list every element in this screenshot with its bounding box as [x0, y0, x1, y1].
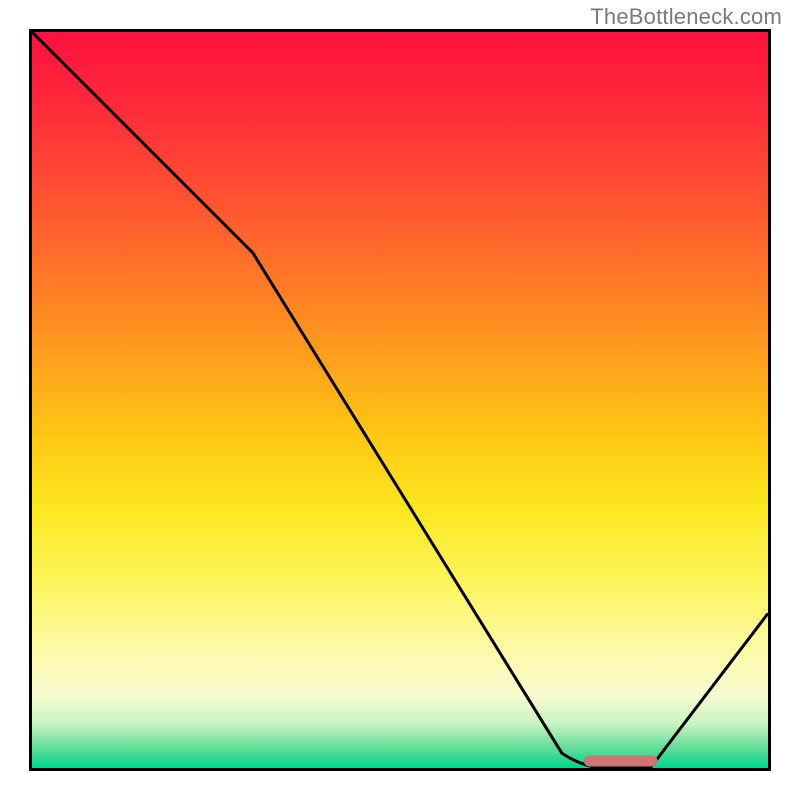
marker-rect: [584, 755, 658, 766]
chart-plot-area: [29, 29, 771, 771]
optimal-range-marker: [32, 32, 768, 768]
watermark-text: TheBottleneck.com: [590, 4, 782, 30]
